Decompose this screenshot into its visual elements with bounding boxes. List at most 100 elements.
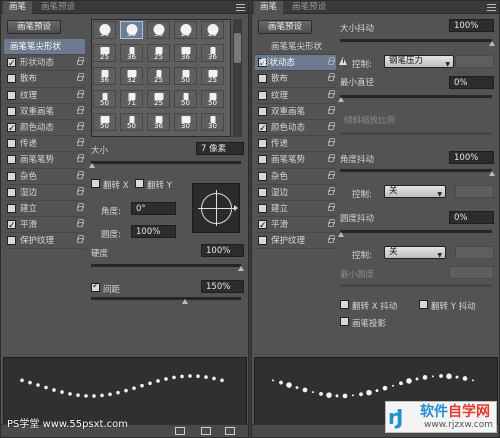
sidebar-item-checkbox[interactable]: [258, 187, 267, 197]
brush-presets-button[interactable]: 画笔预设: [7, 20, 61, 34]
lock-icon[interactable]: [328, 105, 335, 114]
angle-control-dropdown[interactable]: 关 ▼: [384, 185, 446, 198]
angle-jitter-slider-track[interactable]: [340, 169, 492, 172]
lock-icon[interactable]: [77, 219, 84, 228]
sidebar-item[interactable]: 颜色动态: [255, 120, 336, 137]
sidebar-item[interactable]: 形状动态: [255, 55, 336, 72]
lock-icon[interactable]: [77, 89, 84, 98]
sidebar-item[interactable]: 纹理: [4, 88, 85, 104]
roundness-jitter-slider-handle[interactable]: [338, 232, 344, 237]
sidebar-item[interactable]: 保护纹理: [4, 233, 85, 250]
lock-icon[interactable]: [77, 186, 84, 195]
lock-icon[interactable]: [77, 170, 84, 179]
new-brush-icon[interactable]: [225, 427, 235, 435]
lock-icon[interactable]: [77, 105, 84, 114]
sidebar-item[interactable]: 散布: [255, 71, 336, 88]
brush-tip[interactable]: 71: [120, 90, 143, 108]
size-input[interactable]: 7 像素: [196, 142, 244, 155]
toggle-live-tip-icon[interactable]: [175, 427, 185, 435]
sidebar-item-checkbox[interactable]: [7, 106, 16, 116]
flip-x-checkbox[interactable]: [91, 179, 100, 188]
angle-jitter-input[interactable]: 100%: [449, 151, 494, 164]
lock-icon[interactable]: [328, 121, 335, 130]
spacing-checkbox[interactable]: [91, 281, 100, 292]
lock-icon[interactable]: [77, 154, 84, 163]
sidebar-item-checkbox[interactable]: [258, 155, 267, 165]
sidebar-item-checkbox[interactable]: [7, 218, 16, 234]
sidebar-item-checkbox[interactable]: [7, 121, 16, 137]
brush-tip[interactable]: 50: [174, 67, 197, 85]
lock-icon[interactable]: [77, 202, 84, 211]
flip-y-jitter-checkbox[interactable]: [419, 300, 428, 309]
sidebar-item[interactable]: 湿边: [255, 185, 336, 201]
lock-icon[interactable]: [77, 57, 84, 66]
brush-projection-checkbox[interactable]: [340, 317, 349, 326]
brush-tip[interactable]: 25: [201, 67, 224, 85]
sidebar-item-checkbox[interactable]: [7, 236, 16, 246]
brush-tip[interactable]: 25: [93, 44, 116, 62]
lock-icon[interactable]: [77, 235, 84, 244]
brush-tip[interactable]: 36: [147, 113, 170, 131]
brush-tip[interactable]: 30: [93, 21, 116, 39]
tab-brush[interactable]: 画笔: [3, 1, 33, 14]
sidebar-item-checkbox[interactable]: [7, 56, 16, 72]
sidebar-item[interactable]: 双重画笔: [4, 104, 85, 120]
tab-brush[interactable]: 画笔: [254, 1, 284, 14]
roundness-control-dropdown[interactable]: 关 ▼: [384, 246, 446, 259]
angle-jitter-slider-handle[interactable]: [489, 171, 495, 176]
brush-tip[interactable]: 36: [201, 44, 224, 62]
hardness-slider-track[interactable]: [91, 264, 241, 267]
size-jitter-slider-handle[interactable]: [489, 41, 495, 46]
sidebar-item[interactable]: 颜色动态: [4, 120, 85, 137]
hardness-slider-handle[interactable]: [238, 266, 244, 271]
lock-icon[interactable]: [328, 57, 335, 66]
spacing-slider-handle[interactable]: [182, 299, 188, 304]
brush-tip[interactable]: 50: [120, 113, 143, 131]
angle-roundness-widget[interactable]: [192, 183, 240, 233]
sidebar-item[interactable]: 平滑: [4, 217, 85, 234]
brush-tip[interactable]: 36: [93, 67, 116, 85]
sidebar-item[interactable]: 纹理: [255, 88, 336, 104]
tab-brush-presets[interactable]: 画笔预设: [35, 1, 81, 14]
sidebar-item-checkbox[interactable]: [258, 90, 267, 100]
panel-menu-icon[interactable]: [487, 4, 496, 11]
flip-x-jitter-checkbox[interactable]: [340, 300, 349, 309]
sidebar-item-checkbox[interactable]: [258, 74, 267, 84]
tip-grid-scrollbar[interactable]: [233, 19, 242, 137]
sidebar-item[interactable]: 画笔笔尖形状: [255, 39, 336, 56]
sidebar-item-checkbox[interactable]: [7, 139, 16, 149]
roundness-jitter-input[interactable]: 0%: [449, 211, 494, 224]
lock-icon[interactable]: [77, 73, 84, 82]
grid-icon[interactable]: [201, 427, 211, 435]
sidebar-item[interactable]: 传递: [255, 136, 336, 153]
panel-menu-icon[interactable]: [236, 4, 245, 11]
sidebar-item-checkbox[interactable]: [258, 106, 267, 116]
lock-icon[interactable]: [328, 89, 335, 98]
brush-tip[interactable]: 25: [147, 44, 170, 62]
brush-tip[interactable]: 30: [174, 113, 197, 131]
lock-icon[interactable]: [328, 219, 335, 228]
angle-input[interactable]: 0°: [131, 202, 176, 215]
brush-tip[interactable]: 30: [120, 21, 143, 39]
hardness-input[interactable]: 100%: [201, 244, 244, 257]
sidebar-item[interactable]: 平滑: [255, 217, 336, 234]
sidebar-item[interactable]: 双重画笔: [255, 104, 336, 120]
brush-tip-grid[interactable]: 30 30 30 25 25 25 36 25 36 36 36 32 25 50 25 50 71 25 50 50…: [91, 19, 231, 137]
brush-tip[interactable]: 25: [174, 21, 197, 39]
size-slider-track[interactable]: [91, 161, 241, 164]
brush-tip[interactable]: 25: [201, 21, 224, 39]
brush-tip[interactable]: 25: [147, 67, 170, 85]
sidebar-item[interactable]: 建立: [255, 201, 336, 218]
size-jitter-input[interactable]: 100%: [449, 19, 494, 32]
sidebar-item[interactable]: 杂色: [255, 169, 336, 185]
brush-tip[interactable]: 50: [93, 90, 116, 108]
sidebar-item[interactable]: 散布: [4, 71, 85, 88]
angle-arrow-icon[interactable]: [234, 205, 238, 211]
tab-brush-presets[interactable]: 画笔预设: [286, 1, 332, 14]
flip-y-checkbox[interactable]: [135, 179, 144, 188]
sidebar-item-checkbox[interactable]: [258, 121, 267, 137]
lock-icon[interactable]: [328, 186, 335, 195]
sidebar-item-checkbox[interactable]: [7, 155, 16, 165]
sidebar-item-checkbox[interactable]: [258, 236, 267, 246]
spacing-input[interactable]: 150%: [201, 280, 244, 293]
